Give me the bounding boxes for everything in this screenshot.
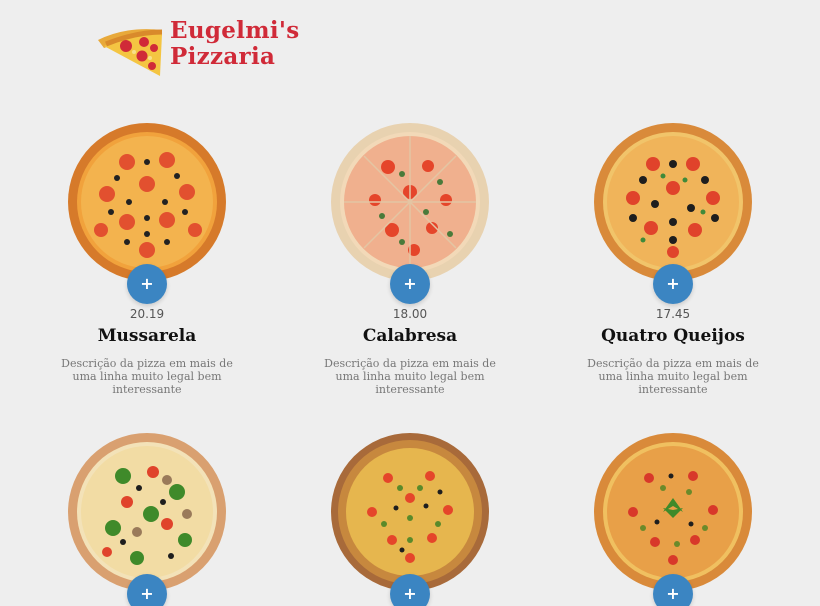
pizza-card: + [17,432,277,606]
pizza-name: Mussarela [97,326,197,346]
add-to-cart-button[interactable]: + [127,574,167,606]
brand-name: Eugelmi's Pizzaria [170,18,299,70]
pizza-card: + [280,432,540,606]
pizza-price: 17.45 [655,307,691,321]
pizza-card: + [543,432,803,606]
add-to-cart-button[interactable]: + [653,264,693,304]
pizza-name: Quatro Queijos [601,326,745,346]
add-to-cart-button[interactable]: + [390,574,430,606]
pizza-description: Descrição da pizza em mais de uma linha … [587,357,759,396]
add-to-cart-button[interactable]: + [390,264,430,304]
pizza-description: Descrição da pizza em mais de uma linha … [324,357,496,396]
pizza-image [68,433,226,591]
pizza-image [594,123,752,281]
add-to-cart-button[interactable]: + [653,574,693,606]
pizza-description: Descrição da pizza em mais de uma linha … [61,357,233,396]
pizza-card: + 20.19 Mussarela Descrição da pizza em … [17,122,277,396]
pizza-image [331,433,489,591]
pizza-image [594,433,752,591]
pizza-card: + 18.00 Calabresa Descrição da pizza em … [280,122,540,396]
pizza-image [331,123,489,281]
add-to-cart-button[interactable]: + [127,264,167,304]
pizza-card: + 17.45 Quatro Queijos Descrição da pizz… [543,122,803,396]
pizza-slice-icon [96,18,166,78]
pizza-image [68,123,226,281]
pizza-name: Calabresa [362,326,458,346]
logo[interactable]: Eugelmi's Pizzaria [96,18,299,80]
pizza-price: 18.00 [392,307,428,321]
page: Eugelmi's Pizzaria + 20.19 Mussarela Des… [0,0,820,606]
brand-name-line2: Pizzaria [170,43,276,70]
brand-name-line1: Eugelmi's [170,17,300,44]
pizza-price: 20.19 [129,307,165,321]
